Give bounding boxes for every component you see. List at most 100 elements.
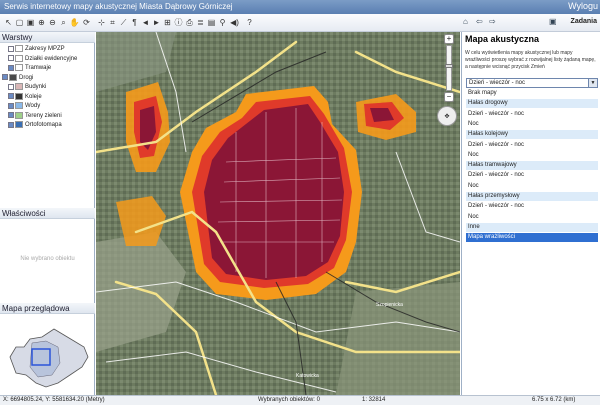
layer-swatch-icon [15, 54, 23, 62]
map-label-katowicka: Katowicka [296, 373, 319, 379]
layer-item[interactable]: Ortofotomapa [8, 121, 62, 130]
measure-icon[interactable]: ⊹ [96, 17, 107, 28]
layer-swatch-icon [15, 92, 23, 100]
option-item[interactable]: Brak mapy [466, 89, 598, 98]
layer-label: Ortofotomapa [25, 122, 62, 129]
option-item[interactable]: Noc [466, 151, 598, 160]
layer-label: Drogi [19, 74, 34, 81]
left-panel: Warstwy Zakresy MPZP Działki ewidencyjne T… [0, 32, 95, 395]
app-header: Serwis internetowy mapy akustycznej Mias… [0, 0, 600, 14]
layer-checkbox[interactable] [8, 83, 14, 90]
layer-checkbox[interactable] [8, 64, 14, 71]
text-icon[interactable]: ¶ [129, 17, 140, 28]
option-item[interactable]: Dzień - wieczór - noc [466, 202, 598, 211]
layer-item[interactable]: Tereny zieleni [8, 111, 62, 121]
layer-label: Zakresy MPZP [25, 46, 65, 53]
refresh-icon[interactable]: ⟳ [81, 17, 92, 28]
layers-icon[interactable]: ≣ [195, 17, 206, 28]
select-icon[interactable]: ▢ [14, 17, 25, 28]
link-icon[interactable]: ⚲ [217, 17, 228, 28]
option-item[interactable]: Dzień - wieczór - noc [466, 141, 598, 150]
legend-icon[interactable]: ▤ [206, 17, 217, 28]
print-icon[interactable]: ⎙ [184, 17, 195, 28]
layer-label: Budynki [25, 84, 47, 91]
sound-icon[interactable]: ◀) [229, 17, 240, 28]
layer-swatch-icon [15, 102, 23, 109]
help-icon[interactable]: ? [244, 17, 255, 28]
option-item[interactable]: Dzień - wieczór - noc [466, 110, 598, 119]
panel-title: Mapa akustyczna [465, 34, 540, 44]
prev-view-icon[interactable]: ◄ [140, 17, 151, 28]
layer-item[interactable]: Wody [8, 102, 40, 111]
pan-control-icon[interactable]: ✥ [437, 106, 457, 126]
option-item[interactable]: Noc [466, 182, 598, 191]
option-item[interactable]: Mapa wrażliwości [466, 233, 598, 243]
arrow-icon[interactable]: ↖ [3, 17, 14, 28]
tasks-button[interactable]: Zadania [571, 18, 597, 25]
layer-item[interactable]: Budynki [8, 83, 46, 92]
map-view[interactable]: Szopienicka Katowicka [96, 32, 460, 395]
chevron-down-icon[interactable]: ▼ [588, 79, 597, 87]
layer-label: Działki ewidencyjne [25, 55, 78, 62]
map-type-select[interactable]: Dzień - wieczór - noc ▼ [466, 78, 598, 88]
panel-description: W celu wyświetlenia mapy akustycznej lub… [465, 50, 596, 70]
layer-swatch-icon [15, 83, 23, 90]
layer-item[interactable]: Zakresy MPZP [8, 45, 65, 54]
right-panel: Mapa akustyczna W celu wyświetlenia mapy… [461, 32, 600, 395]
layer-label: Wody [25, 103, 41, 110]
option-group-header: Hałas przemysłowy [466, 192, 598, 201]
app-title: Serwis internetowy mapy akustycznej Mias… [4, 2, 233, 11]
option-item[interactable]: Dzień - wieczór - noc [466, 171, 598, 180]
zoom-out-icon[interactable]: ⊖ [47, 17, 58, 28]
map-label-szopienicka: Szopienicka [376, 302, 403, 308]
layer-checkbox[interactable] [8, 121, 14, 128]
option-group-header: Hałas tramwajowy [466, 161, 598, 171]
extent-size: 6.75 x 6.72 (km) [532, 397, 576, 403]
layer-label: Tereny zieleni [25, 112, 62, 119]
layer-swatch-icon [15, 121, 23, 128]
zoom-window-icon[interactable]: ⌕ [58, 17, 69, 28]
back-arrow-icon[interactable]: ⇦ [476, 17, 483, 26]
status-bar: X: 6694805.24, Y: 5581634.20 (Metry) Wyb… [0, 395, 600, 405]
layer-checkbox[interactable] [8, 45, 14, 52]
layer-checkbox[interactable] [8, 93, 14, 99]
selected-count: Wybranych obiektów: 0 [258, 397, 320, 403]
layer-checkbox[interactable] [8, 55, 14, 61]
area-icon[interactable]: ⌗ [107, 17, 118, 28]
forward-arrow-icon[interactable]: ⇨ [489, 17, 496, 26]
option-item[interactable]: Noc [466, 213, 598, 222]
layer-item[interactable]: Tramwaje [8, 64, 51, 73]
pan-icon[interactable]: ✋ [69, 17, 80, 28]
layer-item[interactable]: Drogi [2, 73, 34, 83]
layers-panel-header: Warstwy [0, 32, 95, 43]
properties-panel-header: Właściwości [0, 208, 95, 219]
layer-swatch-icon [9, 73, 17, 81]
layer-label: Tramwaje [25, 65, 52, 72]
zoom-slider[interactable] [445, 45, 453, 91]
zoom-out-button[interactable]: − [444, 92, 454, 102]
layer-swatch-icon [15, 45, 23, 52]
layer-checkbox[interactable] [2, 74, 8, 80]
layer-checkbox[interactable] [8, 102, 14, 109]
scale-readout: 1: 32814 [362, 397, 386, 403]
next-view-icon[interactable]: ► [151, 17, 162, 28]
overview-map[interactable] [2, 317, 92, 391]
zoom-slider-handle[interactable] [445, 64, 453, 68]
option-item[interactable]: Noc [466, 120, 598, 129]
layer-swatch-icon [15, 111, 23, 119]
layer-item[interactable]: Działki ewidencyjne [8, 54, 78, 64]
full-extent-icon[interactable]: ⊞ [162, 17, 173, 28]
info-icon[interactable]: ⓘ [173, 17, 184, 28]
tasks-icon[interactable]: ▣ [549, 17, 557, 26]
layer-label: Koleje [25, 93, 42, 100]
layer-checkbox[interactable] [8, 112, 14, 118]
zoom-in-button[interactable]: + [444, 34, 454, 44]
home-icon[interactable]: ⌂ [463, 17, 468, 26]
polyline-icon[interactable]: ⟋ [118, 17, 129, 28]
noise-map-canvas: Szopienicka Katowicka [96, 32, 460, 395]
logout-link[interactable]: Wylogu [568, 1, 598, 11]
zoom-in-icon[interactable]: ⊕ [36, 17, 47, 28]
select-box-icon[interactable]: ▣ [25, 17, 36, 28]
layer-item[interactable]: Koleje [8, 92, 42, 102]
properties-empty-text: Nie wybrano obiektu [20, 256, 75, 262]
